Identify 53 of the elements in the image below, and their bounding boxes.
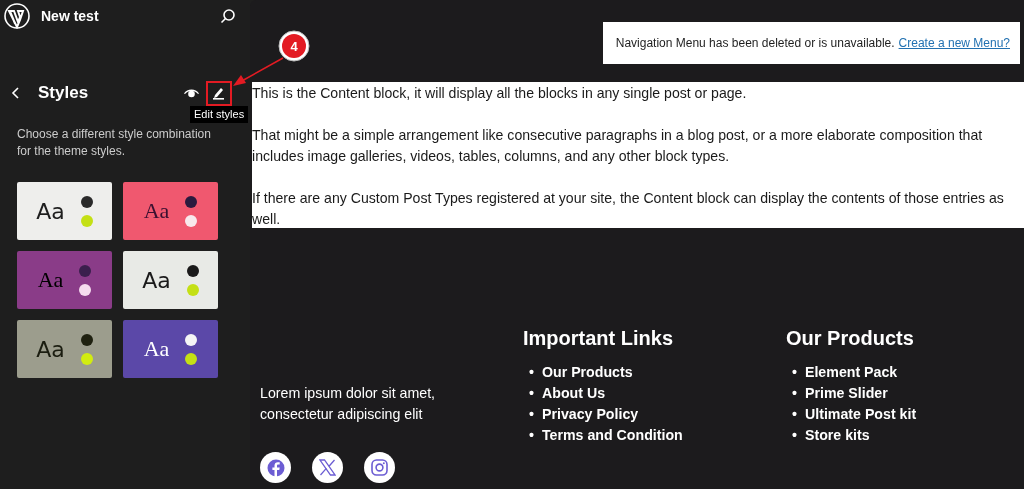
footer-link[interactable]: Terms and Condition: [541, 425, 683, 446]
notice-text: Navigation Menu has been deleted or is unavailable.: [615, 36, 895, 50]
x-logo-icon: [319, 459, 336, 476]
annotation-arrow: [233, 57, 284, 86]
footer-about-text: Lorem ipsum dolor sit amet, consectetur adipiscing elit: [260, 384, 437, 424]
create-menu-link[interactable]: Create a new Menu?: [898, 36, 1010, 50]
footer-link[interactable]: Ultimate Post kit: [804, 404, 917, 425]
social-link[interactable]: [260, 452, 291, 483]
facebook-icon: [266, 458, 285, 477]
footer-heading: Important Links: [523, 327, 674, 350]
style-sample-text: Aa: [36, 336, 65, 362]
style-variation-card[interactable]: Aa: [17, 320, 112, 378]
footer-link[interactable]: Our Products: [541, 362, 633, 383]
bullet: •: [792, 405, 797, 424]
search-icon[interactable]: [220, 8, 236, 24]
eye-icon[interactable]: [183, 87, 200, 99]
bullet: •: [529, 384, 534, 403]
wordpress-logo-icon[interactable]: [4, 3, 30, 29]
style-sample-text: Aa: [37, 267, 64, 293]
instagram-icon: [371, 459, 388, 476]
style-variation-card[interactable]: Aa: [123, 320, 218, 378]
tooltip: Edit styles: [190, 106, 249, 123]
panel-title: Styles: [38, 83, 90, 103]
footer-link[interactable]: Store kits: [804, 425, 870, 446]
edit-styles-button[interactable]: [206, 80, 232, 106]
content-paragraph: This is the Content block, it will display all the blocks in any single post or page.: [252, 84, 748, 103]
site-title: New test: [41, 8, 100, 24]
footer-link[interactable]: About Us: [541, 383, 606, 404]
style-sample-text: Aa: [142, 267, 171, 293]
bullet: •: [529, 405, 534, 424]
footer-link[interactable]: Prime Slider: [804, 383, 888, 404]
social-link[interactable]: [364, 452, 395, 483]
bullet: •: [529, 363, 534, 382]
footer-link[interactable]: Element Pack: [804, 362, 898, 383]
style-sample-text: Aa: [143, 198, 170, 224]
style-sample-text: Aa: [143, 336, 170, 362]
social-link[interactable]: [312, 452, 343, 483]
back-chevron-icon[interactable]: [10, 86, 22, 100]
footer-link[interactable]: Privacy Policy: [541, 404, 639, 425]
style-variation-card[interactable]: Aa: [17, 182, 112, 240]
panel-description: Choose a different style combination for the theme styles.: [17, 126, 212, 160]
style-variation-card[interactable]: Aa: [123, 251, 218, 309]
content-paragraph: If there are any Custom Post Types registered at your site, the Content block can display the contents of those entries as well.: [252, 189, 1005, 229]
bullet: •: [792, 363, 797, 382]
bullet: •: [792, 384, 797, 403]
footer-heading: Our Products: [786, 327, 915, 350]
pencil-icon: [212, 86, 226, 100]
style-sample-text: Aa: [36, 198, 65, 224]
bullet: •: [529, 426, 534, 445]
step-badge: 4: [278, 30, 310, 62]
content-paragraph: That might be a simple arrangement like consecutive paragraphs in a blog post, or a more elaborate composition that includes image galleries, videos, tables, columns, and any other block types.: [252, 126, 984, 166]
bullet: •: [792, 426, 797, 445]
style-variation-card[interactable]: Aa: [123, 182, 218, 240]
